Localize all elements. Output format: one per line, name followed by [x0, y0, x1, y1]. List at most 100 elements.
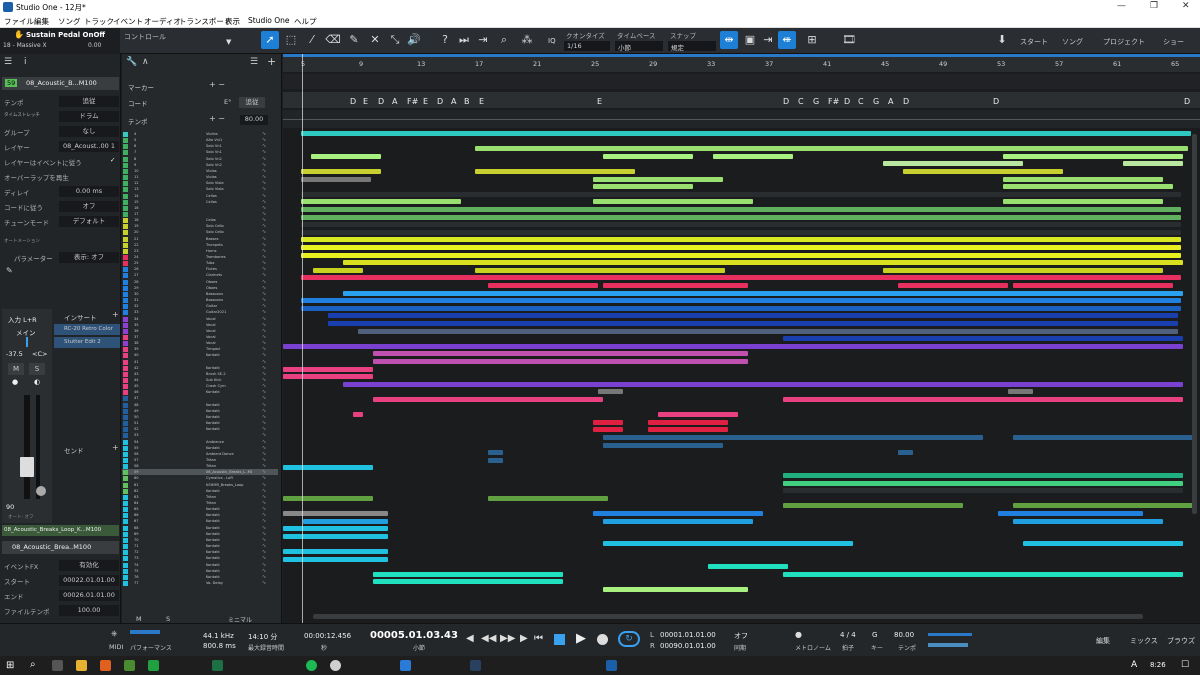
track-row[interactable]: 67 Kontakt ∿ [122, 518, 278, 525]
chord-label[interactable]: D [783, 97, 789, 106]
event-clip[interactable] [603, 541, 853, 547]
help-icon[interactable]: ? [436, 31, 454, 49]
file-tempo-field[interactable]: 100.00 [59, 605, 119, 616]
master-level[interactable] [928, 643, 968, 647]
event-clip[interactable] [358, 328, 1178, 334]
track-row[interactable]: 12 Solo Viola ∿ [122, 180, 278, 187]
paint-tool-icon[interactable]: ✎ [345, 31, 363, 49]
event-clip[interactable] [488, 495, 608, 501]
monitor-icon[interactable]: ◐ [34, 378, 40, 386]
track-row[interactable]: 59 08_Acoustic_Breaks_L..M100 ∿ [122, 469, 278, 476]
event-clip[interactable] [475, 267, 725, 273]
insert-slot-2[interactable]: Stutter Edit 2 [54, 337, 120, 348]
volume-fader-handle[interactable] [20, 457, 34, 477]
event-clip[interactable] [603, 153, 693, 159]
track-row[interactable]: 61 KSHMR_Breaks_Loop ∿ [122, 482, 278, 488]
chord-label[interactable]: D [378, 97, 384, 106]
tune-mode-select[interactable]: デフォルト [59, 216, 119, 227]
iq-label[interactable]: IQ [548, 37, 556, 45]
track-row[interactable]: 76 Kontakt ∿ [122, 574, 278, 580]
track-row[interactable]: 33 Guitar2021 ∿ [122, 309, 278, 316]
loop-button[interactable]: ↻ [618, 631, 640, 647]
maximize-icon[interactable]: ❐ [1150, 1, 1158, 11]
event-clip[interactable] [783, 488, 1183, 494]
split-tool-icon[interactable]: ⁄ [303, 31, 321, 49]
chord-label[interactable]: D [350, 97, 356, 106]
timebase-select[interactable]: 小節 [615, 41, 663, 52]
search-icon[interactable]: ⌕ [495, 31, 513, 49]
track-row[interactable]: 63 Tritan ∿ [122, 494, 278, 500]
event-clip[interactable] [1003, 176, 1163, 182]
track-row[interactable]: 68 Kontakt ∿ [122, 525, 278, 531]
event-clip[interactable] [593, 184, 693, 190]
forward-icon[interactable]: ▶▶ [500, 633, 515, 644]
event-clip[interactable] [598, 389, 623, 395]
loop-start-field[interactable]: 00001.01.01.00 [660, 631, 716, 639]
event-clip[interactable] [283, 465, 373, 471]
chrome-icon[interactable] [330, 660, 341, 671]
event-clip[interactable] [283, 374, 373, 380]
event-clip[interactable] [603, 442, 723, 448]
project-page-button[interactable]: プロジェクト [1103, 37, 1145, 47]
event-clip[interactable] [648, 419, 728, 425]
mix-view-button[interactable]: ミックス [1130, 636, 1158, 646]
sync-off-label[interactable]: オフ [734, 631, 748, 641]
skip-icon[interactable]: ⏭ [455, 31, 473, 49]
track-row[interactable]: 36 Vocal ∿ [122, 328, 278, 334]
record-button[interactable] [597, 634, 608, 645]
snap-select[interactable]: 規定 [668, 41, 716, 52]
event-clip[interactable] [328, 313, 1178, 319]
track-row[interactable]: 9 Solo Vn2 ∿ [122, 162, 278, 168]
horizontal-scrollbar[interactable] [313, 614, 1143, 619]
track-row[interactable]: 37 Vocal ∿ [122, 334, 278, 340]
layout-icon[interactable]: ⊞ [803, 31, 821, 49]
event-clip[interactable] [1023, 541, 1183, 547]
arrow-tool-icon[interactable]: ➚ [261, 31, 279, 49]
track-row[interactable]: 70 Kontakt ∿ [122, 537, 278, 543]
eraser-tool-icon[interactable]: ⌫ [324, 31, 342, 49]
track-row[interactable]: 29 Oboes ∿ [122, 285, 278, 291]
track-row[interactable]: 11 Violas ∿ [122, 174, 278, 181]
track-row[interactable]: 13 Solo Viola ∿ [122, 186, 278, 193]
event-clip[interactable] [283, 366, 373, 372]
event-clip[interactable] [783, 480, 1183, 486]
track-row[interactable]: 49 Kontakt ∿ [122, 408, 278, 414]
event-clip[interactable] [603, 587, 748, 592]
add-track-icon[interactable]: + [267, 55, 276, 68]
chord-label[interactable]: E [479, 97, 484, 106]
volume-fader-track[interactable] [24, 395, 30, 499]
event-fx-toggle[interactable]: 有効化 [59, 560, 119, 571]
event-clip[interactable] [783, 503, 963, 509]
track-row[interactable]: 20 Solo Cello ∿ [122, 229, 278, 236]
track-row[interactable]: 44 Sub Kick ∿ [122, 377, 278, 383]
track-row[interactable]: 75 Kontakt ∿ [122, 568, 278, 574]
event-clip[interactable] [593, 419, 623, 425]
grid-icon[interactable]: ⁂ [518, 31, 536, 49]
vscode-icon[interactable] [400, 660, 411, 671]
track-row[interactable]: 17 ∿ [122, 211, 278, 217]
menu-event[interactable]: イベント [113, 16, 143, 27]
track-row[interactable]: 69 Kontakt ∿ [122, 531, 278, 537]
menu-help[interactable]: ヘルプ [294, 16, 317, 27]
event-clip[interactable] [883, 161, 1023, 167]
layer-follow-checkbox[interactable]: ✓ [110, 156, 115, 164]
ime-indicator[interactable]: A [1131, 660, 1137, 670]
event-clip[interactable] [603, 283, 748, 288]
track-row[interactable]: 10 Violas ∿ [122, 168, 278, 174]
chord-label[interactable]: D [993, 97, 999, 106]
track-row[interactable]: 71 Kontakt ∿ [122, 543, 278, 550]
mute-button[interactable]: M [8, 363, 24, 375]
event-clip[interactable] [475, 146, 720, 152]
group-select[interactable]: なし [59, 126, 119, 137]
tempo-select[interactable]: 追従 [59, 96, 119, 107]
rewind-icon[interactable]: ◀◀ [481, 633, 496, 644]
event-clip[interactable] [708, 564, 788, 570]
event-clip[interactable] [373, 351, 748, 357]
event-clip[interactable] [283, 549, 388, 554]
playhead[interactable] [302, 54, 303, 623]
chord-label[interactable]: D [1184, 97, 1190, 106]
hand-icon[interactable]: ✋ [14, 30, 24, 39]
inspector-menu-icon[interactable]: ☰ [4, 57, 12, 67]
track-row[interactable]: 6 Solo Vn1 ∿ [122, 143, 278, 150]
download-icon[interactable]: ⬇ [993, 31, 1011, 49]
